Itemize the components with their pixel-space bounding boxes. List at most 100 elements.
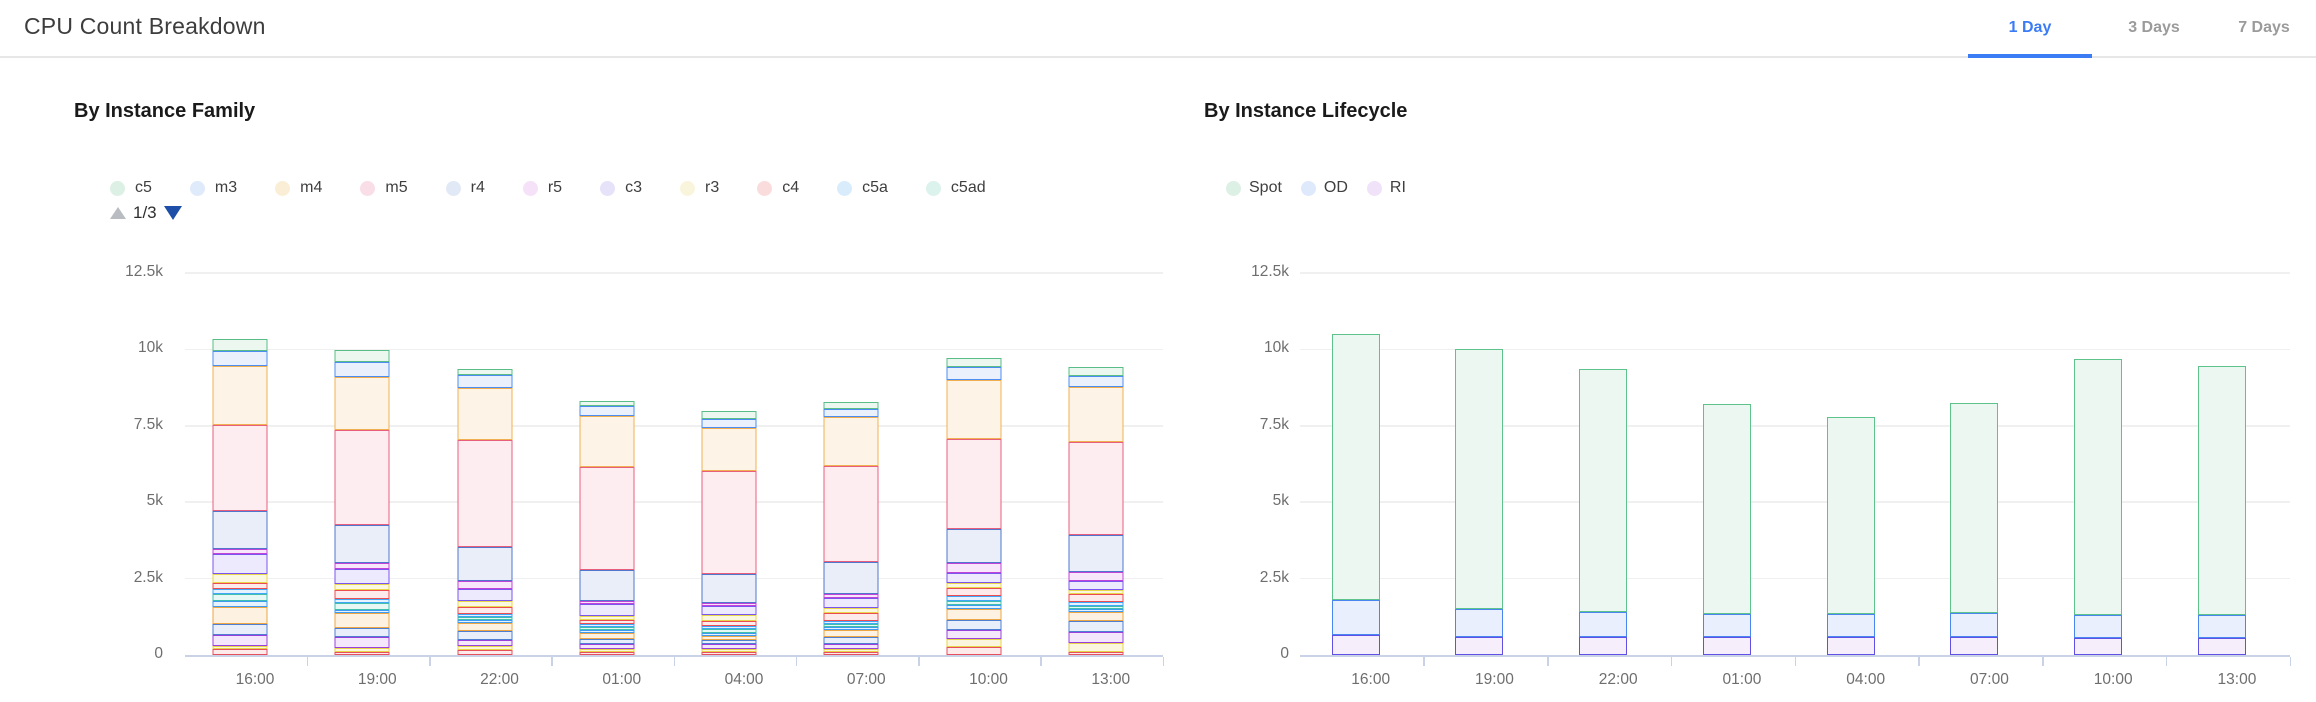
bar-segment-OD[interactable] [1579, 612, 1627, 637]
bar-segment-r5[interactable] [457, 581, 512, 590]
bar-segment-m4[interactable] [457, 388, 512, 440]
bar-segment-unlabeled-2[interactable] [335, 613, 390, 628]
bar-segment-RI[interactable] [1950, 637, 1998, 655]
bar-segment-r4[interactable] [213, 511, 268, 549]
legend-item-m4[interactable]: m4 [275, 179, 322, 197]
bar-segment-c5ad[interactable] [335, 603, 390, 610]
bar-segment-c3[interactable] [335, 569, 390, 584]
bar-segment-OD[interactable] [2074, 615, 2122, 638]
bar-segment-c4[interactable] [335, 590, 390, 599]
legend-item-c3[interactable]: c3 [600, 179, 642, 197]
bar-segment-OD[interactable] [1332, 600, 1380, 635]
bar-segment-r3[interactable] [213, 574, 268, 582]
bar-segment-Spot[interactable] [1332, 334, 1380, 600]
tab-1-day[interactable]: 1 Day [1968, 0, 2092, 56]
bar-segment-m5[interactable] [457, 440, 512, 546]
bar-segment-m4[interactable] [579, 416, 634, 467]
bar-segment-c4[interactable] [946, 588, 1001, 596]
bar-segment-OD[interactable] [1827, 614, 1875, 638]
bar-segment-unlabeled-2[interactable] [824, 630, 879, 637]
bar-segment-c3[interactable] [213, 554, 268, 574]
bar-segment-c3[interactable] [457, 589, 512, 601]
bar-segment-unlabeled-6[interactable] [946, 647, 1001, 655]
bar-segment-OD[interactable] [1950, 613, 1998, 636]
bar-segment-OD[interactable] [1455, 609, 1503, 637]
bar-segment-c5[interactable] [702, 411, 757, 419]
bar-segment-c4[interactable] [457, 607, 512, 615]
bar-segment-c5[interactable] [824, 402, 879, 409]
bar-segment-unlabeled-4[interactable] [946, 630, 1001, 638]
bar-segment-m5[interactable] [824, 466, 879, 562]
bar-segment-unlabeled-3[interactable] [824, 637, 879, 644]
bar-segment-c4[interactable] [1068, 594, 1123, 602]
legend-item-m3[interactable]: m3 [190, 179, 237, 197]
bar-segment-c4[interactable] [213, 583, 268, 590]
bar-segment-r4[interactable] [1068, 535, 1123, 572]
bar-segment-m5[interactable] [702, 471, 757, 574]
bar-segment-c3[interactable] [1068, 581, 1123, 590]
bar-segment-m5[interactable] [579, 467, 634, 570]
bar-segment-unlabeled-3[interactable] [457, 631, 512, 639]
bar-segment-r5[interactable] [1068, 572, 1123, 581]
bar-segment-RI[interactable] [1455, 637, 1503, 655]
bar-segment-c5[interactable] [1068, 367, 1123, 376]
bar-segment-r4[interactable] [579, 570, 634, 601]
bar-segment-unlabeled-6[interactable] [824, 652, 879, 655]
legend-item-c5a[interactable]: c5a [837, 179, 888, 197]
bar-segment-c3[interactable] [579, 604, 634, 615]
bar-segment-m3[interactable] [457, 375, 512, 389]
bar-segment-unlabeled-4[interactable] [213, 635, 268, 645]
bar-segment-Spot[interactable] [2198, 366, 2246, 615]
bar-segment-c5ad[interactable] [213, 594, 268, 601]
legend-item-r4[interactable]: r4 [446, 179, 485, 197]
bar-segment-c3[interactable] [946, 573, 1001, 583]
bar-segment-Spot[interactable] [1703, 404, 1751, 613]
bar-segment-m4[interactable] [1068, 387, 1123, 442]
bar-segment-m3[interactable] [335, 362, 390, 377]
bar-segment-RI[interactable] [1579, 637, 1627, 655]
bar-segment-unlabeled-6[interactable] [335, 652, 390, 655]
legend-item-Spot[interactable]: Spot [1226, 179, 1282, 197]
legend-item-c5[interactable]: c5 [110, 179, 152, 197]
bar-segment-RI[interactable] [1703, 637, 1751, 655]
bar-segment-m4[interactable] [335, 377, 390, 430]
bar-segment-m3[interactable] [824, 409, 879, 417]
bar-segment-c5[interactable] [946, 358, 1001, 367]
bar-segment-RI[interactable] [2074, 638, 2122, 655]
bar-segment-unlabeled-6[interactable] [1068, 652, 1123, 655]
bar-segment-r4[interactable] [946, 529, 1001, 564]
bar-segment-c5[interactable] [335, 350, 390, 362]
bar-segment-RI[interactable] [1827, 637, 1875, 655]
bar-segment-Spot[interactable] [1950, 403, 1998, 614]
bar-segment-OD[interactable] [1703, 614, 1751, 638]
legend-item-r3[interactable]: r3 [680, 179, 719, 197]
bar-segment-unlabeled-6[interactable] [702, 652, 757, 655]
bar-segment-unlabeled-4[interactable] [335, 637, 390, 649]
bar-segment-Spot[interactable] [1579, 369, 1627, 612]
bar-segment-unlabeled-2[interactable] [1068, 612, 1123, 621]
tab-3-days[interactable]: 3 Days [2092, 0, 2216, 56]
bar-segment-unlabeled-3[interactable] [335, 628, 390, 636]
legend-page-up-icon[interactable] [110, 207, 126, 219]
bar-segment-m4[interactable] [824, 417, 879, 466]
bar-segment-m5[interactable] [946, 439, 1001, 529]
bar-segment-unlabeled-5[interactable] [946, 639, 1001, 647]
bar-segment-m4[interactable] [702, 428, 757, 471]
bar-segment-r4[interactable] [335, 525, 390, 563]
bar-segment-m4[interactable] [213, 366, 268, 426]
legend-item-RI[interactable]: RI [1367, 179, 1406, 197]
bar-segment-m3[interactable] [213, 351, 268, 366]
legend-item-m5[interactable]: m5 [360, 179, 407, 197]
bar-segment-r4[interactable] [457, 547, 512, 581]
bar-segment-m5[interactable] [213, 425, 268, 511]
bar-segment-unlabeled-4[interactable] [1068, 632, 1123, 643]
bar-segment-Spot[interactable] [1827, 417, 1875, 614]
bar-segment-m4[interactable] [946, 380, 1001, 439]
bar-segment-RI[interactable] [2198, 638, 2246, 655]
bar-segment-r4[interactable] [702, 574, 757, 602]
bar-segment-Spot[interactable] [1455, 349, 1503, 609]
bar-segment-unlabeled-3[interactable] [1068, 621, 1123, 631]
bar-segment-unlabeled-3[interactable] [946, 620, 1001, 630]
legend-item-r5[interactable]: r5 [523, 179, 562, 197]
bar-segment-unlabeled-5[interactable] [1068, 643, 1123, 652]
